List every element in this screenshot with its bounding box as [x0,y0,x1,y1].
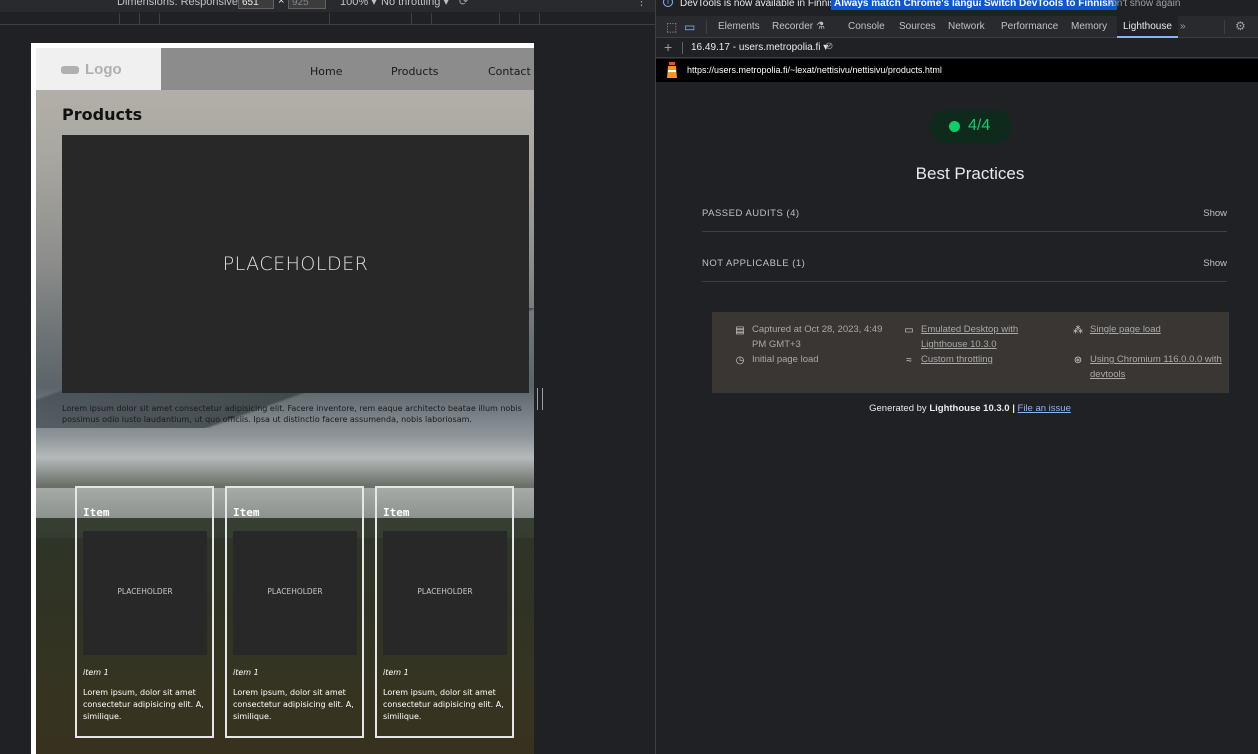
card-text: Lorem ipsum, dolor sit amet consectetur … [83,688,204,721]
audited-url-bar: https://users.metropolia.fi/~lexat/netti… [656,59,1258,82]
audited-url[interactable]: https://users.metropolia.fi/~lexat/netti… [687,65,942,75]
desktop-icon: ▭ [904,325,914,336]
device-emulation-pane: Dimensions: Responsive ▾ 651 × 925 100% … [0,0,655,754]
more-options-icon[interactable]: ⋮ [636,0,647,8]
card-title: Item [383,506,410,519]
not-applicable-show-button[interactable]: Show [1203,258,1227,269]
passed-audits-show-button[interactable]: Show [1203,208,1227,219]
card-placeholder-image: PLACEHOLDER [383,531,507,655]
match-language-button[interactable]: Always match Chrome's language [831,0,999,10]
emulated-desktop[interactable]: ▭ Emulated Desktop with Lighthouse 10.3.… [904,322,1018,352]
card-placeholder-text: PLACEHOLDER [417,587,473,596]
card-placeholder-text: PLACEHOLDER [117,587,173,596]
passed-audits-section[interactable]: PASSED AUDITS (4) Show [702,208,1227,232]
score-value: 4/4 [968,117,991,134]
card-placeholder-text: PLACEHOLDER [267,587,323,596]
nav-contact-link[interactable]: Contact [488,65,531,78]
report-footer: Generated by Lighthouse 10.3.0 | File an… [869,403,1071,414]
clear-reports-icon[interactable]: ⊘ [825,41,833,52]
card-title: Item [233,506,260,519]
nav-home-link[interactable]: Home [310,65,342,78]
emulated-viewport: Logo Home Products Contact Products PLAC… [31,43,534,754]
page-title: Products [62,105,143,124]
file-issue-link[interactable]: File an issue [1018,403,1071,414]
device-toolbar-icon[interactable]: ▭ [684,20,695,34]
flask-icon: ⚗ [816,21,825,32]
card-placeholder-image: PLACEHOLDER [233,531,357,655]
score-badge: 4/4 [929,109,1012,143]
throttling-dropdown[interactable]: No throttling ▾ [381,0,449,8]
tab-performance[interactable]: Performance [1001,21,1058,32]
media-query-bar [0,13,655,25]
lighthouse-toolbar: + 16.49.17 - users.metropolia.fi ▾ ⊘ [656,38,1258,58]
tab-recorder[interactable]: Recorder [772,21,813,32]
site-navbar: Logo Home Products Contact [36,48,534,90]
settings-gear-icon[interactable]: ⚙ [1235,19,1246,33]
tab-sources[interactable]: Sources [899,21,936,32]
tab-network[interactable]: Network [948,21,985,32]
logo-icon [61,66,79,75]
card-text: Lorem ipsum, dolor sit amet consectetur … [233,688,354,721]
new-report-plus-icon[interactable]: + [664,39,672,55]
not-applicable-label: NOT APPLICABLE (1) [702,258,806,269]
card-subtitle: item 1 [83,668,109,677]
passed-audits-label: PASSED AUDITS (4) [702,208,800,219]
card-text: Lorem ipsum, dolor sit amet consectetur … [383,688,504,721]
custom-throttling[interactable]: ≈ Custom throttling [906,352,993,367]
score-dot-icon [949,121,960,132]
logo-text: Logo [85,61,122,78]
card-placeholder-image: PLACEHOLDER [83,531,207,655]
dimensions-dropdown[interactable]: Dimensions: Responsive ▾ [117,0,247,8]
times-icon: × [278,0,285,7]
page-background: Logo Home Products Contact Products PLAC… [36,48,534,754]
zoom-dropdown[interactable]: 100% ▾ [340,0,377,8]
resize-handle[interactable] [537,388,543,410]
product-card[interactable]: Item PLACEHOLDER item 1 Lorem ipsum, dol… [225,486,364,738]
tab-console[interactable]: Console [848,21,885,32]
tab-elements[interactable]: Elements [718,21,760,32]
card-subtitle: item 1 [383,668,409,677]
captured-at: ▤ Captured at Oct 28, 2023, 4:49 PM GMT+… [735,324,883,350]
more-tabs-icon[interactable]: » [1180,21,1186,32]
infobar-message: DevTools is now available in Finnish! [680,0,843,9]
product-card[interactable]: Item PLACEHOLDER item 1 Lorem ipsum, dol… [375,486,514,738]
intro-paragraph: Lorem ipsum dolor sit amet consectetur a… [62,404,522,424]
run-metadata: ▤ Captured at Oct 28, 2023, 4:49 PM GMT+… [712,312,1229,393]
calendar-icon: ▤ [735,325,745,336]
chromium-version[interactable]: ⊛ Using Chromium 116.0.0.0 with devtools [1074,352,1222,382]
single-page-load[interactable]: ⁂ Single page load [1073,322,1161,337]
width-input[interactable]: 651 [238,0,274,9]
info-icon: i [663,0,673,7]
lighthouse-icon [667,62,677,78]
category-title: Best Practices [915,164,1025,183]
timer-icon: ◷ [735,355,745,366]
user-group-icon: ⁂ [1073,325,1083,336]
card-title: Item [83,506,110,519]
hero-placeholder-text: PLACEHOLDER [222,253,369,275]
initial-page-load: ◷ Initial page load [735,354,819,366]
chrome-icon: ⊛ [1073,355,1083,366]
tab-lighthouse[interactable]: Lighthouse [1117,16,1178,38]
site-logo[interactable]: Logo [36,48,161,90]
language-infobar: i DevTools is now available in Finnish! … [656,0,1258,13]
dont-show-again-button[interactable]: Don't show again [1104,0,1180,9]
product-card[interactable]: Item PLACEHOLDER item 1 Lorem ipsum, dol… [75,486,214,738]
rotate-icon[interactable]: ⟳ [459,0,468,8]
devtools-panel: i DevTools is now available in Finnish! … [655,0,1258,754]
hero-placeholder-image: PLACEHOLDER [62,135,529,393]
height-input[interactable]: 925 [288,0,326,9]
report-select[interactable]: 16.49.17 - users.metropolia.fi ▾ [691,42,828,53]
card-subtitle: item 1 [233,668,259,677]
switch-language-button[interactable]: Switch DevTools to Finnish [981,0,1117,10]
not-applicable-section[interactable]: NOT APPLICABLE (1) Show [702,258,1227,282]
wifi-icon: ≈ [906,355,912,366]
emulation-toolbar: Dimensions: Responsive ▾ 651 × 925 100% … [0,0,655,12]
tab-memory[interactable]: Memory [1071,21,1107,32]
inspect-element-icon[interactable]: ⬚ [666,20,677,34]
devtools-tab-bar: ⬚ ▭ Elements Recorder ⚗ Console Sources … [656,16,1258,38]
nav-products-link[interactable]: Products [391,65,439,78]
